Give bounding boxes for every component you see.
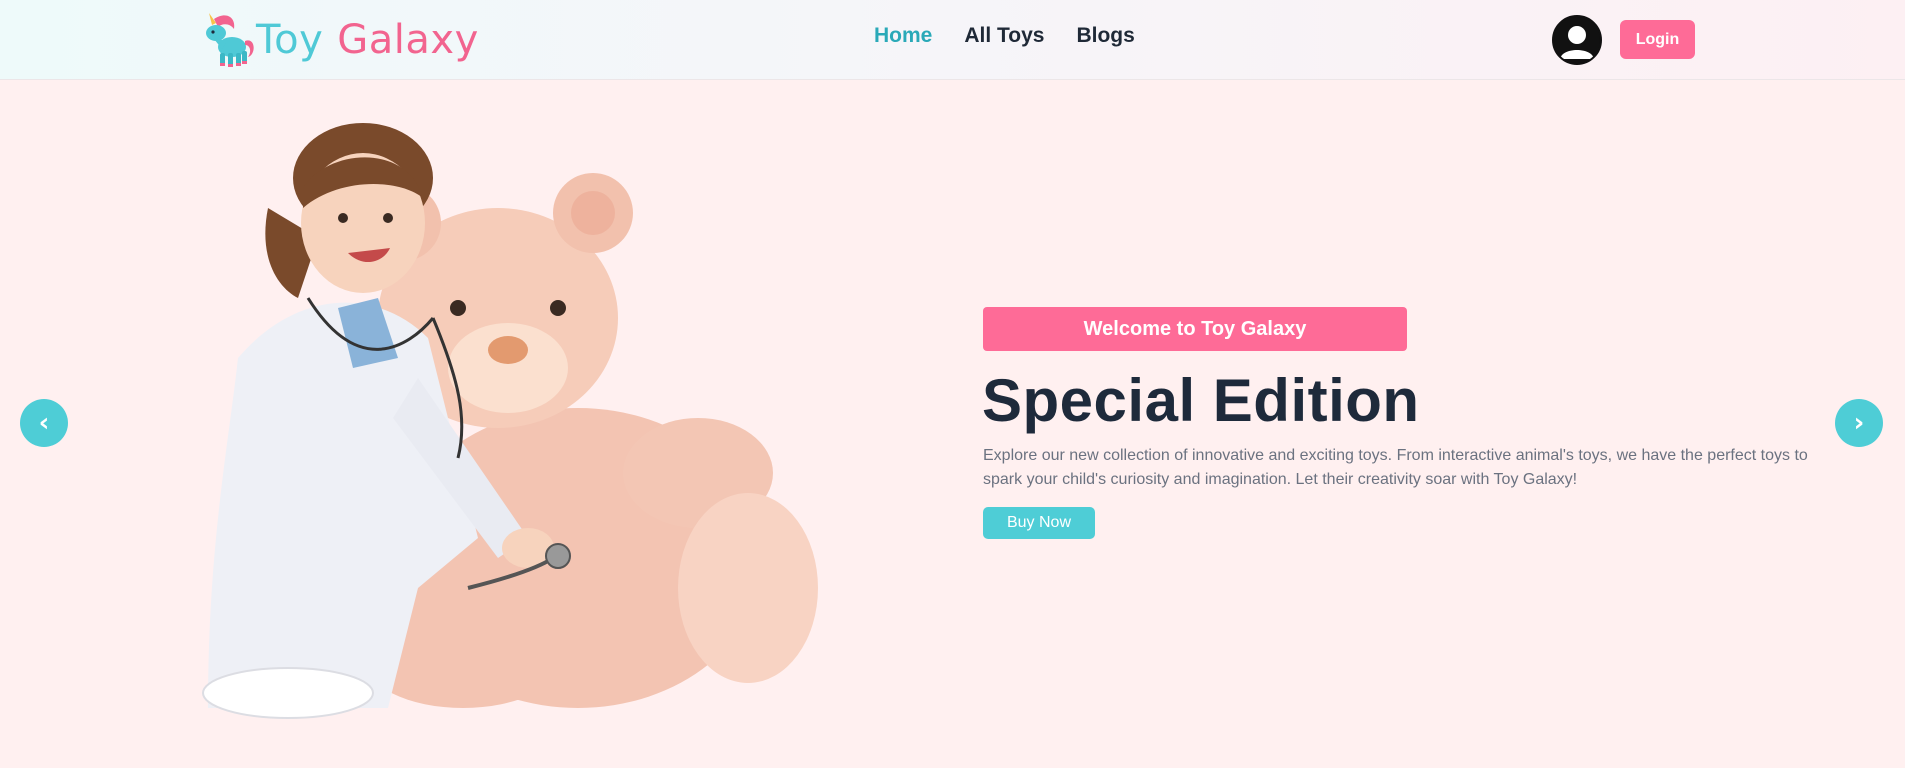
main-nav: Home All Toys Blogs bbox=[874, 24, 1135, 48]
carousel-next-button[interactable]: › bbox=[1835, 399, 1883, 447]
user-avatar-icon[interactable] bbox=[1552, 15, 1602, 65]
brand-word-1: Toy bbox=[256, 17, 324, 63]
unicorn-icon bbox=[206, 13, 254, 67]
nav-all-toys[interactable]: All Toys bbox=[964, 24, 1044, 48]
chevron-right-icon: › bbox=[1853, 408, 1865, 438]
buy-now-button[interactable]: Buy Now bbox=[983, 507, 1095, 539]
carousel-prev-button[interactable]: ‹ bbox=[20, 399, 68, 447]
login-button[interactable]: Login bbox=[1620, 20, 1695, 59]
nav-home[interactable]: Home bbox=[874, 24, 932, 48]
hero-title: Special Edition bbox=[982, 367, 1420, 434]
brand-word-2: Galaxy bbox=[337, 17, 479, 63]
hero-description: Explore our new collection of innovative… bbox=[983, 447, 1808, 488]
chevron-left-icon: ‹ bbox=[38, 408, 50, 438]
person-icon bbox=[1560, 26, 1594, 59]
nav-blogs[interactable]: Blogs bbox=[1076, 24, 1134, 48]
brand-logo[interactable]: Toy Galaxy bbox=[200, 10, 479, 70]
brand-name: Toy Galaxy bbox=[256, 17, 479, 63]
hero-image bbox=[202, 123, 818, 719]
welcome-badge: Welcome to Toy Galaxy bbox=[983, 307, 1407, 351]
navbar: Toy Galaxy Home All Toys Blogs Login bbox=[0, 0, 1905, 80]
